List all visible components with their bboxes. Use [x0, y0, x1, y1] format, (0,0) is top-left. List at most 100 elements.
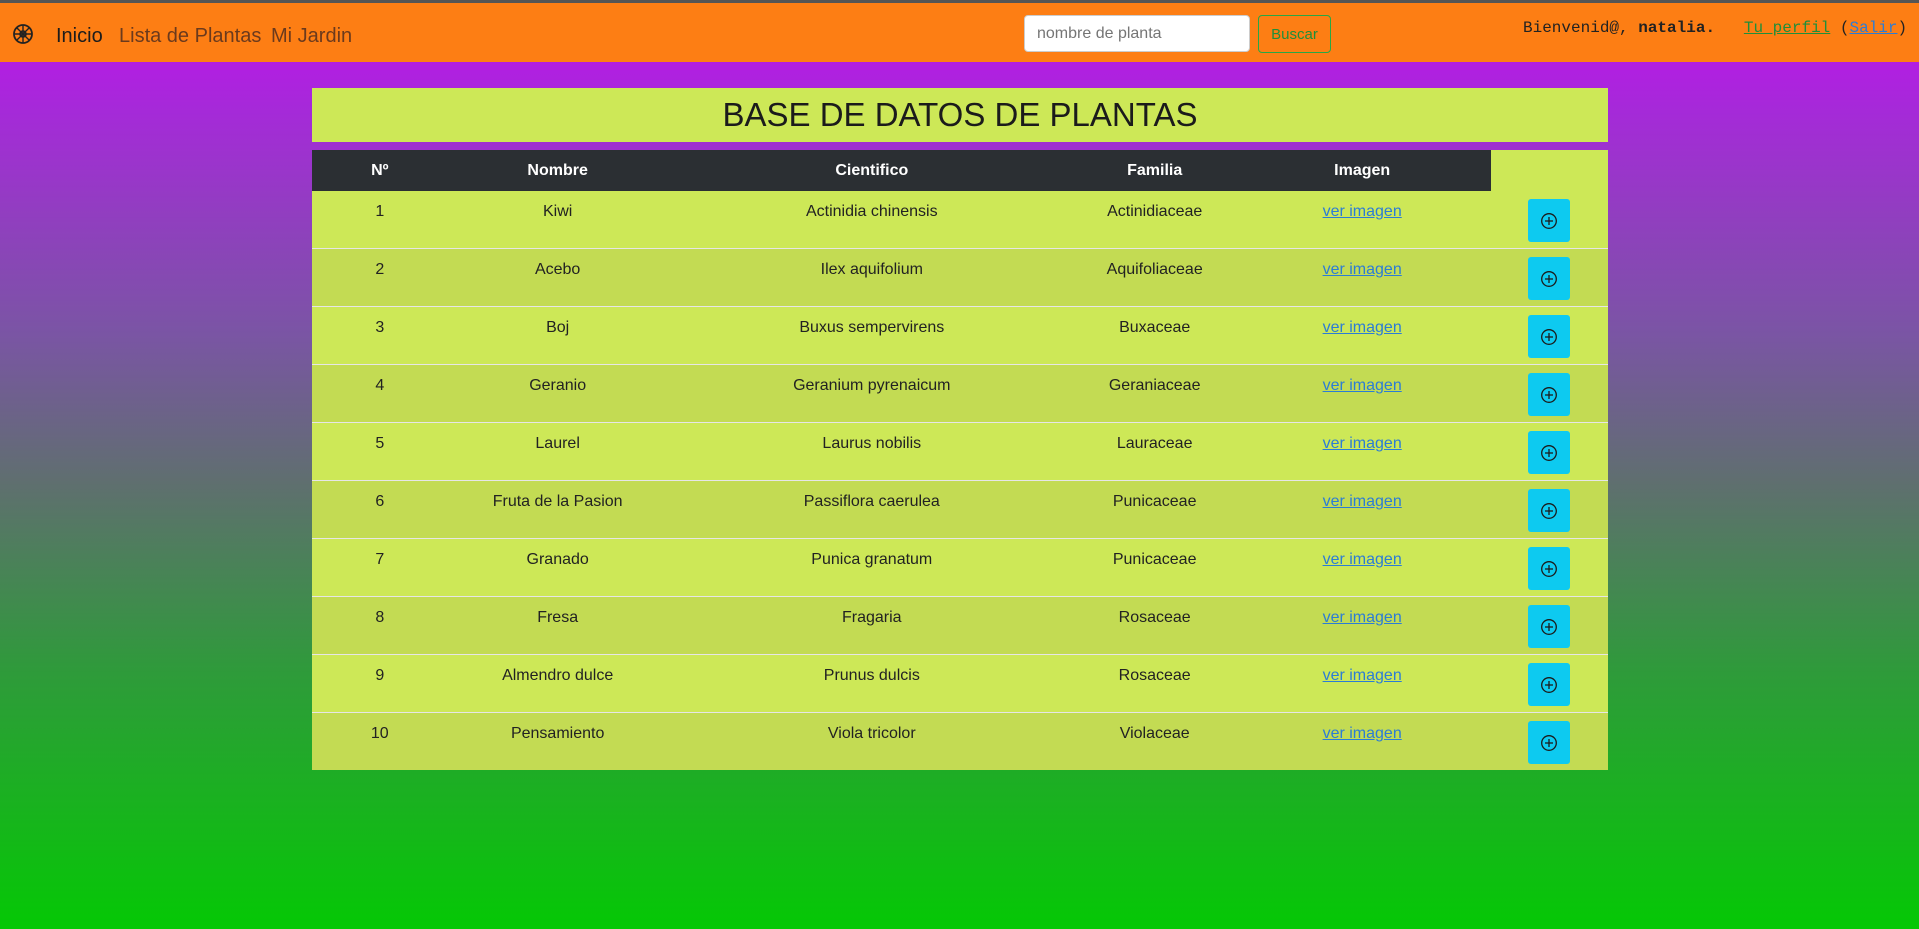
header-number: Nº — [312, 150, 448, 191]
cell-action — [1491, 191, 1608, 249]
nav-link-lista-de-plantas[interactable]: Lista de Plantas — [119, 23, 261, 49]
cell-cientifico: Ilex aquifolium — [667, 248, 1076, 307]
ver-imagen-link[interactable]: ver imagen — [1323, 493, 1402, 510]
cell-action — [1490, 248, 1608, 307]
add-to-garden-button[interactable] — [1528, 199, 1571, 242]
plus-circle-icon — [1541, 329, 1558, 345]
ver-imagen-link[interactable]: ver imagen — [1323, 377, 1402, 394]
cell-action — [1490, 306, 1608, 365]
cell-familia: Buxaceae — [1075, 306, 1234, 365]
cell-cientifico: Geranium pyrenaicum — [667, 364, 1076, 423]
cell-familia: Rosaceae — [1075, 596, 1234, 655]
nav-link-inicio[interactable]: Inicio — [56, 23, 103, 49]
cell-action — [1490, 480, 1608, 539]
add-to-garden-button[interactable] — [1528, 315, 1571, 358]
cell-familia: Lauraceae — [1075, 422, 1234, 481]
plus-circle-icon — [1541, 387, 1558, 403]
add-to-garden-button[interactable] — [1528, 663, 1571, 706]
cell-number: 2 — [312, 248, 448, 307]
add-to-garden-button[interactable] — [1528, 547, 1571, 590]
plus-circle-icon — [1541, 561, 1558, 577]
cell-cientifico: Prunus dulcis — [667, 654, 1076, 713]
cell-nombre: Laurel — [447, 422, 668, 481]
username: natalia — [1638, 19, 1706, 37]
search-input[interactable] — [1024, 15, 1250, 52]
nav-link-mi-jardin[interactable]: Mi Jardin — [271, 23, 352, 49]
table-row: 2 Acebo Ilex aquifolium Aquifoliaceae ver im… — [312, 248, 1608, 307]
logout-link[interactable]: Salir — [1849, 19, 1897, 37]
plus-circle-icon — [1541, 213, 1558, 229]
cell-cientifico: Actinidia chinensis — [805, 203, 938, 220]
cell-action — [1490, 422, 1608, 481]
flower-icon[interactable] — [12, 23, 34, 49]
ver-imagen-link[interactable]: ver imagen — [1323, 609, 1402, 626]
cell-familia: Actinidiaceae — [1107, 203, 1203, 220]
welcome-message: Bienvenid@, natalia. Tu perfil (Salir) — [1523, 19, 1908, 37]
cell-familia: Rosaceae — [1075, 654, 1234, 713]
header-cientifico: Cientifico — [667, 150, 1076, 191]
cell-imagen: ver imagen — [1233, 422, 1491, 481]
cell-number: 1 — [375, 203, 385, 220]
cell-imagen: ver imagen — [1233, 364, 1491, 423]
cell-imagen: ver imagen — [1233, 248, 1491, 307]
ver-imagen-link[interactable]: ver imagen — [1323, 203, 1402, 220]
cell-number: 4 — [312, 364, 448, 423]
page-title-box: BASE DE DATOS DE PLANTAS — [312, 88, 1608, 142]
ver-imagen-link[interactable]: ver imagen — [1323, 667, 1402, 684]
cell-number: 5 — [312, 422, 448, 481]
cell-imagen: ver imagen — [1233, 538, 1491, 597]
ver-imagen-link[interactable]: ver imagen — [1323, 435, 1402, 452]
plus-circle-icon — [1541, 445, 1558, 461]
welcome-prefix: Bienvenid@, — [1523, 19, 1639, 37]
ver-imagen-link[interactable]: ver imagen — [1323, 261, 1402, 278]
plants-table-container: Nº Nombre Cientifico Familia Imagen 1 Kiw… — [312, 150, 1608, 770]
cell-action — [1490, 654, 1608, 713]
cell-nombre: Geranio — [447, 364, 668, 423]
cell-cientifico: Buxus sempervirens — [667, 306, 1076, 365]
add-to-garden-button[interactable] — [1528, 605, 1571, 648]
cell-nombre: Fruta de la Pasion — [447, 480, 668, 539]
profile-link[interactable]: Tu perfil — [1744, 19, 1830, 37]
search-button[interactable]: Buscar — [1258, 15, 1331, 53]
cell-nombre: Granado — [447, 538, 668, 597]
cell-familia: Aquifoliaceae — [1075, 248, 1234, 307]
ver-imagen-link[interactable]: ver imagen — [1323, 725, 1402, 742]
table-row: 5 Laurel Laurus nobilis Lauraceae ver imagen — [312, 422, 1608, 481]
cell-cientifico: Viola tricolor — [667, 712, 1076, 770]
plus-circle-icon — [1541, 271, 1558, 287]
cell-action — [1490, 596, 1608, 655]
add-to-garden-button[interactable] — [1528, 721, 1571, 764]
cell-imagen: ver imagen — [1234, 191, 1491, 249]
cell-nombre: Kiwi — [542, 203, 573, 220]
table-row: 9 Almendro dulce Prunus dulcis Rosaceae ver … — [312, 654, 1608, 713]
table-row: 4 Geranio Geranium pyrenaicum Geraniaceae ve… — [312, 364, 1608, 423]
ver-imagen-link[interactable]: ver imagen — [1323, 319, 1402, 336]
cell-nombre: Boj — [447, 306, 668, 365]
table-row: 3 Boj Buxus sempervirens Buxaceae ver imagen — [312, 306, 1608, 365]
ver-imagen-link[interactable]: ver imagen — [1323, 551, 1402, 568]
cell-nombre: Almendro dulce — [447, 654, 668, 713]
table-row: 6 Fruta de la Pasion Passiflora caerulea Pu… — [312, 480, 1608, 539]
cell-familia: Punicaceae — [1075, 538, 1234, 597]
cell-imagen: ver imagen — [1233, 306, 1491, 365]
add-to-garden-button[interactable] — [1528, 431, 1571, 474]
cell-nombre: Pensamiento — [447, 712, 668, 770]
cell-action — [1490, 364, 1608, 423]
navbar: Inicio Lista de Plantas Mi Jardin Buscar… — [0, 0, 1919, 62]
page-title: BASE DE DATOS DE PLANTAS — [722, 96, 1198, 133]
cell-cientifico: Fragaria — [667, 596, 1076, 655]
cell-number: 9 — [312, 654, 448, 713]
cell-imagen: ver imagen — [1233, 712, 1491, 770]
cell-number: 8 — [312, 596, 448, 655]
cell-number: 3 — [312, 306, 448, 365]
add-to-garden-button[interactable] — [1528, 373, 1571, 416]
header-imagen: Imagen — [1233, 150, 1491, 191]
table-row: 1 Kiwi Actinidia chinensis Actinidiaceae ver… — [312, 191, 1608, 249]
plus-circle-icon — [1541, 735, 1558, 751]
cell-action — [1490, 712, 1608, 770]
add-to-garden-button[interactable] — [1528, 489, 1571, 532]
cell-cientifico: Laurus nobilis — [667, 422, 1076, 481]
add-to-garden-button[interactable] — [1528, 257, 1571, 300]
cell-cientifico: Punica granatum — [667, 538, 1076, 597]
plants-table: Nº Nombre Cientifico Familia Imagen 1 Kiw… — [312, 150, 1608, 770]
